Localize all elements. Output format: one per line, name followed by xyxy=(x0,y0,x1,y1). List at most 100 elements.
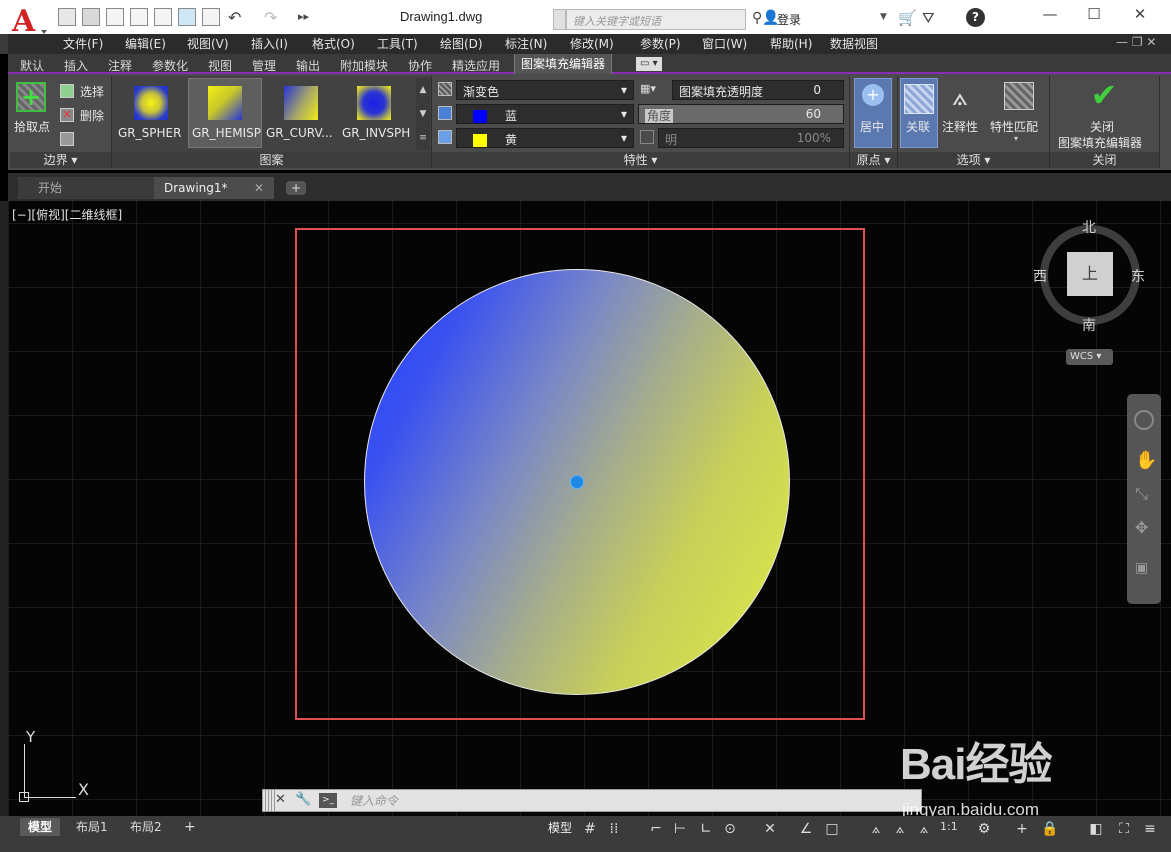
ortho-icon[interactable]: ∟ xyxy=(696,820,716,838)
undo-icon[interactable]: ↶ xyxy=(228,8,241,27)
gradient-origin-grip[interactable] xyxy=(570,475,584,489)
tab-drawing1[interactable]: Drawing1* ✕ xyxy=(154,177,274,199)
panel-boundary-title[interactable]: 边界 ▾ xyxy=(10,152,111,168)
pattern-item[interactable]: GR_CURV... xyxy=(266,126,333,140)
viewcube-east[interactable]: 东 xyxy=(1131,266,1145,286)
menu-tools[interactable]: 工具(T) xyxy=(377,35,418,52)
pattern-swatch[interactable] xyxy=(208,86,242,120)
viewcube-south[interactable]: 南 xyxy=(1082,315,1096,335)
tab-addins[interactable]: 附加模块 xyxy=(340,57,388,74)
pattern-swatch[interactable] xyxy=(134,86,168,120)
login-button[interactable]: 登录 xyxy=(777,11,801,28)
close-label[interactable]: 关闭 xyxy=(1090,118,1114,135)
menu-edit[interactable]: 编辑(E) xyxy=(125,35,166,52)
panel-options-title[interactable]: 选项 ▾ xyxy=(898,152,1049,168)
menu-view[interactable]: 视图(V) xyxy=(187,35,229,52)
tab-hatch-editor[interactable]: 图案填充编辑器 xyxy=(514,54,613,74)
close-window-button[interactable]: ✕ xyxy=(1132,6,1148,22)
tab-annotate[interactable]: 注释 xyxy=(108,57,132,74)
layout-tab-model[interactable]: 模型 xyxy=(20,818,61,836)
login-dropdown-icon[interactable]: ▼ xyxy=(880,12,887,22)
menu-dimension[interactable]: 标注(N) xyxy=(505,35,547,52)
menu-file[interactable]: 文件(F) xyxy=(63,35,103,52)
save-as-icon[interactable] xyxy=(130,8,148,26)
match-dropdown-icon[interactable]: ▾ xyxy=(1014,134,1018,143)
help-icon[interactable]: ? xyxy=(966,8,985,27)
infer-constraints-icon[interactable]: ⌐ xyxy=(646,820,666,838)
tab-start[interactable]: 开始 xyxy=(18,177,154,199)
recreate-boundary-icon[interactable] xyxy=(60,132,74,146)
customize-status-icon[interactable]: ≡ xyxy=(1140,820,1160,838)
new-file-icon[interactable] xyxy=(58,8,76,26)
pattern-item[interactable]: GR_INVSPH xyxy=(342,126,410,140)
wcs-menu[interactable]: WCS ▾ xyxy=(1066,349,1113,365)
annotative-button[interactable]: 注释性 xyxy=(942,118,978,135)
annotation-visibility-icon[interactable]: ⟑ xyxy=(866,820,886,838)
tab-parametric[interactable]: 参数化 xyxy=(152,57,188,74)
showmotion-icon[interactable]: ▣ xyxy=(1135,560,1148,576)
pick-points-icon[interactable]: + xyxy=(16,82,46,112)
pattern-swatch[interactable] xyxy=(357,86,391,120)
menu-help[interactable]: 帮助(H) xyxy=(770,35,812,52)
maximize-button[interactable]: ☐ xyxy=(1086,6,1102,22)
save-icon[interactable] xyxy=(106,8,124,26)
command-input[interactable]: 键入命令 xyxy=(350,792,398,809)
tab-insert[interactable]: 插入 xyxy=(64,57,88,74)
command-customize-icon[interactable]: 🔧 xyxy=(295,792,311,807)
auto-scale-icon[interactable]: ⟑ xyxy=(890,820,910,838)
annotative-icon[interactable]: ⟑ xyxy=(952,82,976,112)
orbit-icon[interactable]: ✥ xyxy=(1135,518,1148,537)
pattern-scroll[interactable]: ▲ ▼ ≡ xyxy=(416,78,430,150)
publish-icon[interactable] xyxy=(154,8,172,26)
viewport-controls[interactable]: [−][俯视][二维线框] xyxy=(12,206,122,223)
grid-icon[interactable]: # xyxy=(580,820,600,838)
open-file-icon[interactable] xyxy=(82,8,100,26)
transparency-field[interactable]: 图案填充透明度 0 xyxy=(672,80,844,100)
viewcube-north[interactable]: 北 xyxy=(1082,217,1096,237)
annotation-scale-value[interactable]: 1:1 xyxy=(940,820,958,833)
menu-modify[interactable]: 修改(M) xyxy=(570,35,614,52)
polar-tracking-icon[interactable]: ⊙ xyxy=(720,820,740,838)
close-tab-icon[interactable]: ✕ xyxy=(254,177,264,199)
gradient-color1-select[interactable]: 蓝 ▾ xyxy=(456,104,634,124)
binoculars-icon[interactable]: ⚲ xyxy=(752,10,762,26)
hatch-type-select[interactable]: 渐变色 ▾ xyxy=(456,80,634,100)
doc-window-controls[interactable]: — ❐ ✕ xyxy=(1116,35,1156,49)
print-icon[interactable] xyxy=(202,8,220,26)
pick-points-button[interactable]: 拾取点 xyxy=(14,118,50,135)
menu-parametric[interactable]: 参数(P) xyxy=(640,35,681,52)
pattern-item[interactable]: GR_SPHER xyxy=(118,126,181,140)
tab-output[interactable]: 输出 xyxy=(296,57,320,74)
menu-insert[interactable]: 插入(I) xyxy=(251,35,288,52)
tab-view[interactable]: 视图 xyxy=(208,57,232,74)
share-icon[interactable] xyxy=(178,8,196,26)
search-expand-icon[interactable] xyxy=(553,9,566,30)
ribbon-toggle-icon[interactable]: ▭ ▾ xyxy=(636,57,662,71)
isometric-icon[interactable]: ✕ xyxy=(760,820,780,838)
new-tab-icon[interactable]: + xyxy=(286,181,306,195)
autodesk-a360-icon[interactable]: ⛛ xyxy=(922,9,935,27)
tab-default[interactable]: 默认 xyxy=(20,57,44,74)
lock-ui-icon[interactable]: 🔒 xyxy=(1040,820,1060,838)
autocad-logo-icon[interactable]: A xyxy=(8,4,48,36)
plus-icon[interactable]: + xyxy=(1012,820,1032,838)
snap-icon[interactable]: ⁞⁞ xyxy=(604,820,624,838)
panel-properties-title[interactable]: 特性 ▾ xyxy=(432,152,849,168)
remove-boundary-button[interactable]: 删除 xyxy=(80,107,104,124)
angle-field[interactable]: 角度 60 xyxy=(638,104,844,124)
minimize-button[interactable]: — xyxy=(1042,6,1058,22)
redo-icon[interactable]: ↷ xyxy=(264,8,277,27)
command-close-icon[interactable]: ✕ xyxy=(275,792,286,807)
layout-tab-2[interactable]: 布局2 xyxy=(122,818,170,836)
viewcube-west[interactable]: 西 xyxy=(1033,266,1047,286)
gradient-color2-select[interactable]: 黄 ▾ xyxy=(456,128,634,148)
tint-field[interactable]: 明 100% xyxy=(658,128,844,148)
layout-tab-1[interactable]: 布局1 xyxy=(68,818,116,836)
annotation-scale-icon[interactable]: ⟑ xyxy=(914,820,934,838)
steering-wheel-icon[interactable] xyxy=(1134,410,1154,430)
dynamic-input-icon[interactable]: ⊢ xyxy=(670,820,690,838)
menu-data-view[interactable]: 数据视图 xyxy=(830,35,878,52)
close-check-icon[interactable]: ✔ xyxy=(1086,78,1122,112)
menu-draw[interactable]: 绘图(D) xyxy=(440,35,483,52)
cart-icon[interactable]: 🛒 xyxy=(898,9,917,27)
